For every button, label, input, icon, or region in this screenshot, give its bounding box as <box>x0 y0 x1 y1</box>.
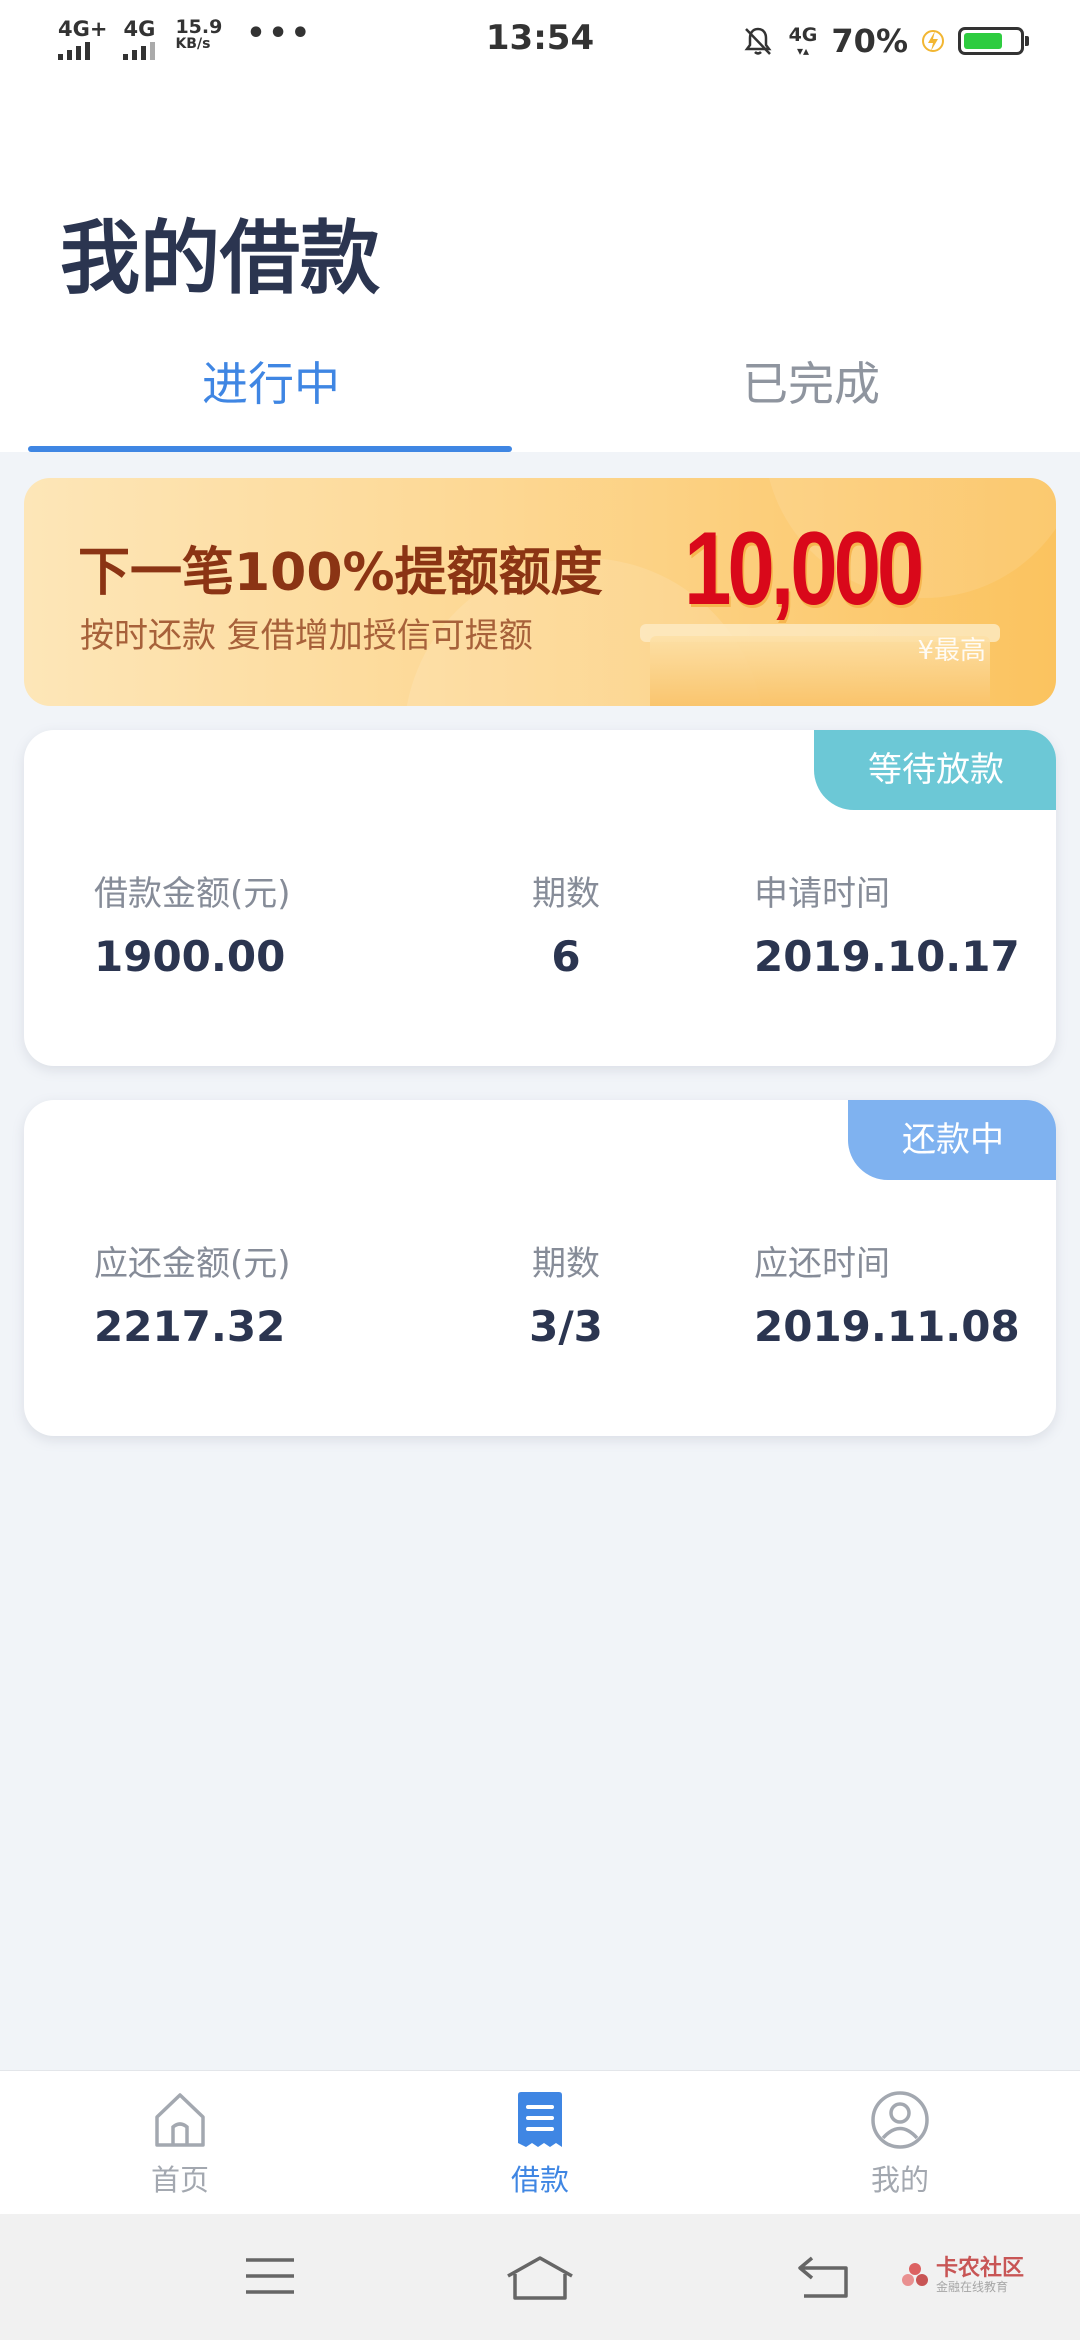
apply-date-label: 申请时间 <box>754 874 890 914</box>
due-date-value: 2019.11.08 <box>754 1302 1020 1351</box>
page-title: 我的借款 <box>60 212 380 305</box>
back-icon[interactable] <box>796 2254 852 2300</box>
nav-loans-label: 借款 <box>510 2163 569 2197</box>
network-type: 4G ▾▴ <box>788 23 818 58</box>
home-icon <box>155 2093 205 2147</box>
status-badge: 等待放款 <box>814 730 1056 810</box>
tab-in-progress[interactable]: 进行中 <box>202 348 340 414</box>
repay-amount-label: 应还金额(元) <box>94 1244 291 1284</box>
user-icon <box>871 2091 929 2149</box>
periods-value: 6 <box>551 932 581 981</box>
loan-amount-label: 借款金额(元) <box>94 874 291 914</box>
nav-home[interactable]: 首页 <box>90 2089 270 2199</box>
watermark-text: 卡农社区 <box>936 2256 1025 2281</box>
data-arrows-icon: ▾▴ <box>796 43 810 58</box>
tab-completed[interactable]: 已完成 <box>742 348 880 414</box>
home-outline-icon[interactable] <box>505 2254 575 2302</box>
banner-title: 下一笔100%提额额度 <box>78 543 603 603</box>
periods-label: 期数 <box>532 874 600 914</box>
watermark: 卡农社区 金融在线教育 <box>900 2258 1024 2294</box>
loan-card-repaying[interactable]: 还款中 应还金额(元) 期数 应还时间 2217.32 3/3 2019.11.… <box>24 1100 1056 1436</box>
watermark-subtext: 金融在线教育 <box>936 2280 1009 2294</box>
watermark-logo <box>902 2263 928 2286</box>
active-tab-indicator <box>28 446 512 452</box>
bell-muted-icon <box>744 27 772 55</box>
bottom-navigation: 首页 借款 我的 <box>0 2070 1080 2215</box>
status-right: 4G ▾▴ 70% <box>741 22 1029 60</box>
battery-fill <box>964 33 1002 49</box>
due-date-label: 应还时间 <box>754 1244 890 1284</box>
nav-mine[interactable]: 我的 <box>810 2089 990 2199</box>
status-bar: 4G+ 4G 15.9 KB/s ••• 13:54 4G ▾▴ 70% <box>0 0 1080 86</box>
nav-mine-label: 我的 <box>870 2163 929 2197</box>
loan-amount-value: 1900.00 <box>94 932 286 981</box>
system-navigation-bar: 卡农社区 金融在线教育 <box>0 2214 1080 2340</box>
charging-bolt-icon <box>922 30 944 52</box>
status-badge: 还款中 <box>848 1100 1056 1180</box>
periods-value: 3/3 <box>529 1302 603 1351</box>
banner-amount: 10,000 <box>684 511 924 627</box>
banner-subtitle: 按时还款 复借增加授信可提额 <box>80 616 533 656</box>
network-label: 4G <box>788 23 818 46</box>
repay-amount-value: 2217.32 <box>94 1302 286 1351</box>
periods-label: 期数 <box>532 1244 600 1284</box>
battery-percent: 70% <box>831 22 908 60</box>
banner-tag: ¥最高 <box>917 636 986 666</box>
menu-icon[interactable] <box>244 2254 296 2298</box>
battery-icon <box>958 27 1029 55</box>
promo-banner[interactable]: 下一笔100%提额额度 按时还款 复借增加授信可提额 10,000 ¥最高 <box>24 478 1056 706</box>
page-header: 我的借款 进行中 已完成 <box>0 86 1080 452</box>
apply-date-value: 2019.10.17 <box>754 932 1020 981</box>
document-icon <box>518 2092 562 2147</box>
nav-home-label: 首页 <box>150 2163 209 2197</box>
nav-loans[interactable]: 借款 <box>450 2089 630 2199</box>
loan-card-pending[interactable]: 等待放款 借款金额(元) 期数 申请时间 1900.00 6 2019.10.1… <box>24 730 1056 1066</box>
